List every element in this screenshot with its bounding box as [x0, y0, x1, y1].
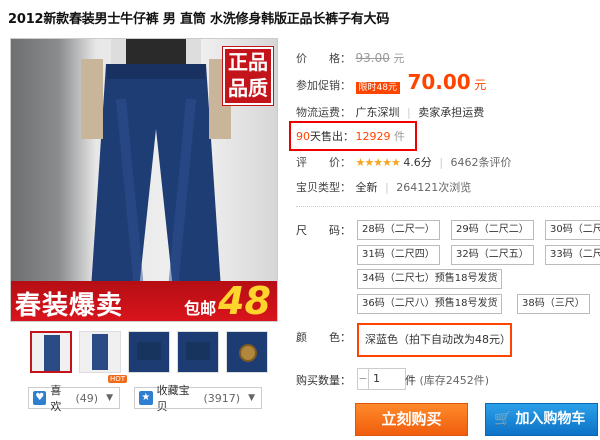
thumbnail-fabric-detail[interactable] — [128, 331, 170, 373]
size-option-31[interactable]: 31码（二尺四） — [357, 245, 440, 265]
like-count: (49) — [75, 391, 99, 405]
price-unit: 元 — [393, 52, 405, 65]
promo-price-row: 参加促销： 限时48元 70.00 元 — [296, 70, 486, 94]
promo-free-shipping: 包邮 — [184, 299, 217, 318]
hot-badge: HOT — [108, 375, 128, 383]
thumbnail-strip — [30, 331, 268, 373]
collect-button[interactable]: ★ 收藏宝贝 (3917) ▼ — [134, 384, 262, 413]
size-option-36[interactable]: 36码（二尺八）预售18号发货 — [357, 294, 503, 314]
type-label: 宝贝类型： — [296, 181, 351, 194]
genuine-quality-badge: 正品 品质 — [223, 47, 273, 105]
qty-unit-stock: 件 (库存2452件) — [405, 372, 489, 388]
quantity-input[interactable]: 1 — [368, 368, 406, 390]
thumbnail-pocket-detail[interactable] — [177, 331, 219, 373]
collect-label: 收藏宝贝 — [156, 384, 190, 413]
thumbnail-button-detail[interactable] — [226, 331, 268, 373]
promo-tag: 限时48元 — [355, 81, 400, 94]
product-main-image[interactable]: 正品 品质 春装爆卖 包邮48 — [10, 38, 278, 322]
color-label: 颜 色： — [296, 331, 351, 344]
rating-reviews-link[interactable]: 6462条评价 — [451, 156, 512, 169]
add-to-cart-button[interactable]: 🛒 加入购物车 — [485, 403, 598, 436]
rating-label: 评 价： — [296, 156, 351, 169]
price-row: 价 格： 93.00 元 — [296, 50, 404, 66]
shipping-label: 物流运费： — [296, 106, 351, 119]
shipping-row: 物流运费： 广东深圳 | 卖家承担运费 — [296, 104, 484, 120]
rating-row: 评 价： ★★★★★ 4.6分 | 6462条评价 — [296, 154, 512, 170]
promo-banner-right: 包邮48 — [184, 279, 271, 322]
size-option-38[interactable]: 38码（三尺） — [517, 294, 590, 314]
rating-score: 4.6分 — [403, 156, 432, 169]
size-option-34[interactable]: 34码（二尺七）预售18号发货 — [357, 269, 503, 289]
separator: | — [385, 181, 389, 194]
promo-price: 48 — [218, 279, 271, 322]
jeans-image — [81, 39, 231, 289]
price-label: 价 格： — [296, 52, 351, 65]
view-count: 264121次浏览 — [396, 181, 472, 194]
buy-now-button[interactable]: 立刻购买 — [355, 403, 468, 436]
promo-banner-left: 春装爆卖 — [15, 291, 124, 321]
original-price: 93.00 — [355, 51, 390, 65]
shipping-policy: 卖家承担运费 — [418, 106, 485, 119]
size-option-32[interactable]: 32码（二尺五） — [451, 245, 534, 265]
shipping-location[interactable]: 广东深圳 — [356, 106, 400, 119]
separator: | — [407, 106, 411, 119]
star-icon: ★ — [139, 391, 153, 405]
size-option-30[interactable]: 30码（二尺三） — [545, 220, 600, 240]
cart-icon: 🛒 — [494, 411, 512, 427]
chevron-down-icon[interactable]: ▼ — [106, 393, 113, 403]
promo-price: 70.00 — [407, 70, 471, 94]
thumbnail-back-view[interactable] — [79, 331, 121, 373]
separator: | — [439, 156, 444, 169]
qty-label: 购买数量： — [296, 374, 351, 387]
divider — [296, 206, 600, 207]
size-option-29[interactable]: 29码（二尺二） — [451, 220, 534, 240]
type-value: 全新 — [355, 181, 378, 194]
type-row: 宝贝类型： 全新 | 264121次浏览 — [296, 179, 471, 195]
sold-highlight-box — [289, 121, 417, 151]
product-title: 2012新款春装男士牛仔裤 男 直筒 水洗修身韩版正品长裤子有大码 — [8, 12, 390, 27]
like-button[interactable]: ♥ 喜欢 (49) ▼ — [28, 384, 120, 413]
chevron-down-icon[interactable]: ▼ — [248, 393, 255, 403]
size-option-33[interactable]: 33码（二尺六） — [545, 245, 600, 265]
like-label: 喜欢 — [50, 384, 62, 413]
badge-line-1: 正品 — [228, 50, 268, 74]
rating-stars-icon: ★★★★★ — [355, 156, 401, 169]
collect-count: (3917) — [203, 391, 241, 405]
add-to-cart-label: 加入购物车 — [515, 411, 586, 427]
promo-banner: 春装爆卖 包邮48 — [11, 279, 277, 322]
size-label: 尺 码： — [296, 224, 351, 237]
badge-line-2: 品质 — [228, 76, 268, 100]
thumbnail-front-view[interactable] — [30, 331, 72, 373]
size-option-28[interactable]: 28码（二尺一） — [357, 220, 440, 240]
stock-count: (库存2452件) — [419, 374, 490, 387]
qty-unit: 件 — [405, 374, 416, 387]
color-option-dark-blue[interactable]: 深蓝色（拍下自动改为48元） — [357, 323, 512, 357]
heart-icon: ♥ — [33, 391, 47, 405]
promo-unit: 元 — [474, 78, 487, 92]
promo-label: 参加促销： — [296, 79, 351, 92]
